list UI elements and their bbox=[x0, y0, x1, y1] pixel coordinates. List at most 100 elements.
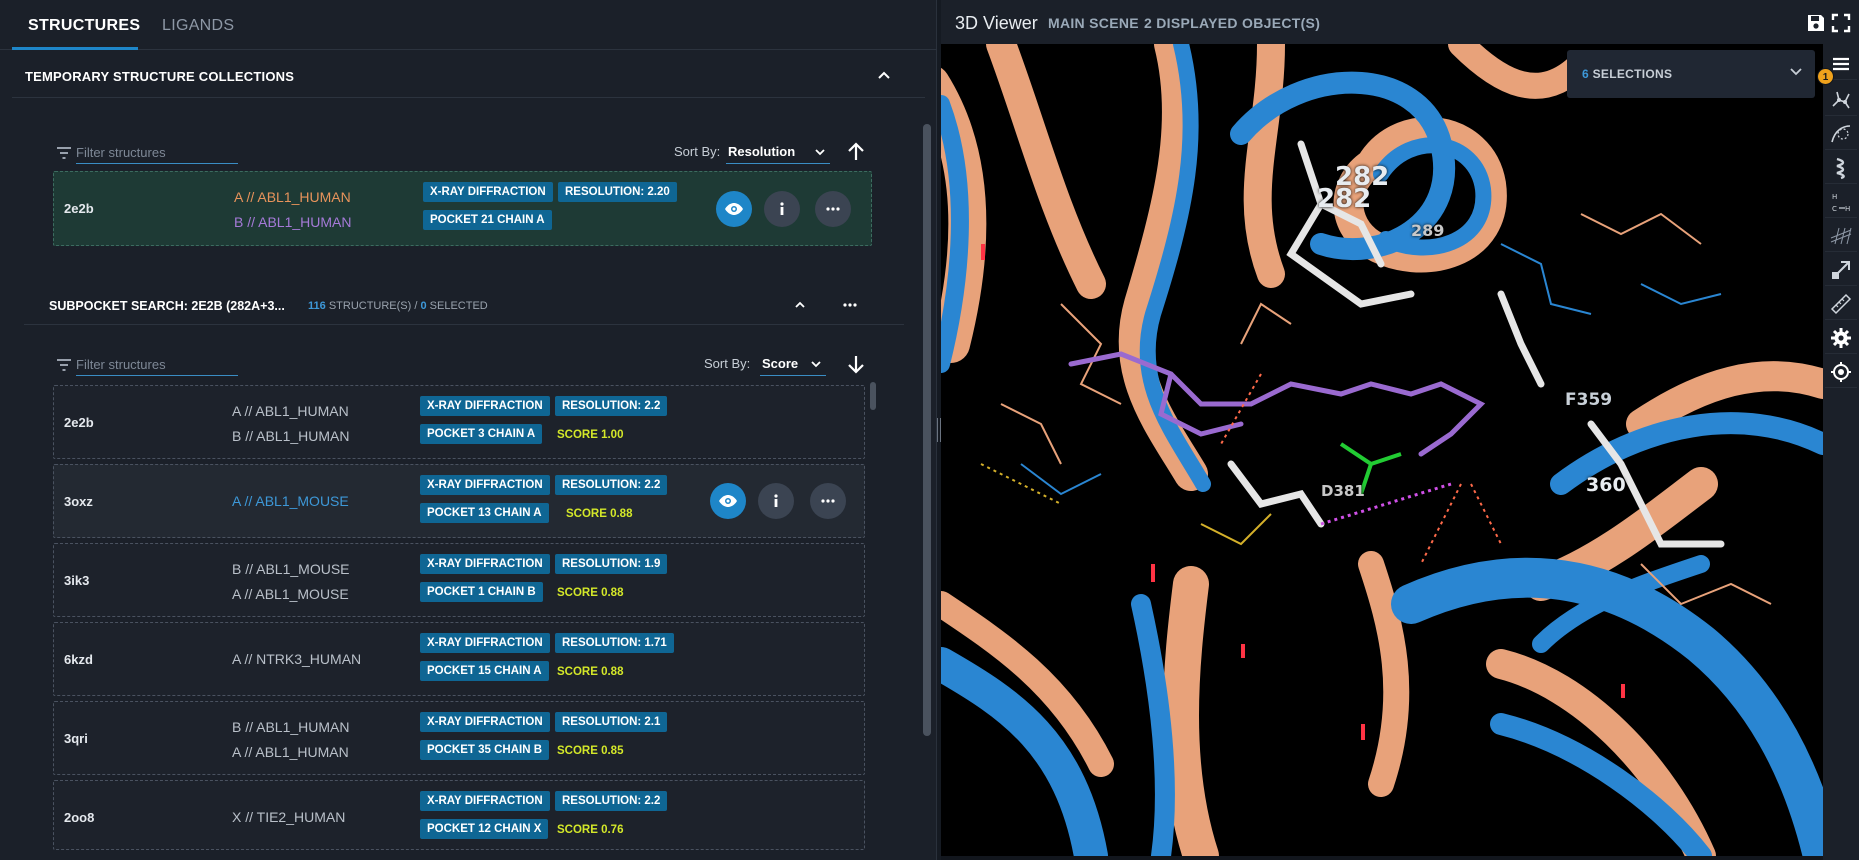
subpocket-filter-input[interactable] bbox=[76, 354, 238, 376]
score-label: SCORE 1.00 bbox=[557, 429, 624, 441]
structure-id: 3qri bbox=[64, 731, 88, 746]
collections-header: TEMPORARY STRUCTURE COLLECTIONS bbox=[12, 52, 925, 98]
chain-label[interactable]: A // ABL1_HUMAN bbox=[232, 403, 349, 419]
method-badge: X-RAY DIFFRACTION bbox=[420, 554, 550, 574]
resolution-badge: RESOLUTION: 2.2 bbox=[555, 475, 668, 495]
more-icon bbox=[843, 303, 857, 307]
subpocket-structure-card[interactable]: 6kzd A // NTRK3_HUMAN X-RAY DIFFRACTION RES… bbox=[53, 622, 865, 696]
residue-label: 282 bbox=[1317, 184, 1372, 214]
pocket-badge: POCKET 3 CHAIN A bbox=[420, 424, 543, 444]
displayed-objects[interactable]: 2 DISPLAYED OBJECT(S) bbox=[1144, 15, 1320, 31]
results-scrollbar[interactable] bbox=[870, 382, 876, 410]
viewer-header: 3D Viewer MAIN SCENE 2 DISPLAYED OBJECT(… bbox=[941, 0, 1859, 44]
score-label: SCORE 0.76 bbox=[557, 824, 624, 836]
subpocket-sort-value: Score bbox=[762, 356, 799, 371]
chain-label[interactable]: A // ABL1_MOUSE bbox=[232, 493, 349, 509]
info-button[interactable] bbox=[764, 191, 800, 227]
subpocket-more-button[interactable] bbox=[834, 289, 866, 321]
chain-label[interactable]: A // ABL1_MOUSE bbox=[232, 586, 349, 602]
subpocket-structure-card[interactable]: 2e2b A // ABL1_HUMAN B // ABL1_HUMAN X-RAY … bbox=[53, 385, 865, 459]
structure-count-label: STRUCTURE(S) / bbox=[328, 300, 418, 312]
structure-id: 2oo8 bbox=[64, 810, 95, 825]
eye-icon bbox=[725, 203, 743, 215]
ligand-button[interactable]: HCH bbox=[1825, 186, 1857, 218]
menu-button[interactable]: 1 bbox=[1817, 48, 1857, 85]
collapse-subpocket-button[interactable] bbox=[784, 289, 816, 321]
chain-label[interactable]: X // TIE2_HUMAN bbox=[232, 809, 345, 825]
subpocket-structure-card[interactable]: 2oo8 X // TIE2_HUMAN X-RAY DIFFRACTION RESO… bbox=[53, 780, 865, 850]
helix-icon bbox=[1836, 157, 1845, 179]
residue-label: F359 bbox=[1565, 390, 1613, 410]
pocket-badge: POCKET 21 CHAIN A bbox=[423, 210, 552, 230]
tab-structures[interactable]: STRUCTURES bbox=[12, 0, 140, 50]
info-button[interactable] bbox=[758, 483, 794, 519]
chain-label[interactable]: A // NTRK3_HUMAN bbox=[232, 651, 361, 667]
measure-button[interactable] bbox=[1825, 288, 1857, 320]
resolution-badge: RESOLUTION: 1.9 bbox=[555, 554, 668, 574]
menu-icon bbox=[1833, 57, 1849, 70]
collections-sort-label: Sort By: bbox=[674, 144, 721, 159]
selections-text: SELECTIONS bbox=[1592, 67, 1673, 81]
tab-ligands[interactable]: LIGANDS bbox=[162, 0, 262, 50]
hydroxyl-icon: HC H bbox=[1832, 193, 1850, 213]
grid-plane-icon bbox=[1830, 227, 1852, 244]
chain-label[interactable]: B // ABL1_HUMAN bbox=[232, 428, 350, 444]
surface-button[interactable] bbox=[1825, 118, 1857, 150]
ruler-icon bbox=[1830, 293, 1852, 314]
structure-id: 3oxz bbox=[64, 494, 93, 509]
toggle-visibility-button[interactable] bbox=[716, 191, 752, 227]
sort-descending-button[interactable] bbox=[842, 350, 870, 378]
zoom-selection-button[interactable] bbox=[1825, 254, 1857, 286]
more-options-button[interactable] bbox=[815, 191, 851, 227]
selections-dropdown[interactable]: 6 SELECTIONS bbox=[1567, 50, 1815, 98]
gear-icon bbox=[1831, 327, 1851, 348]
toggle-visibility-button[interactable] bbox=[710, 483, 746, 519]
molecule-representation-button[interactable] bbox=[1825, 84, 1857, 116]
settings-button[interactable] bbox=[1825, 322, 1857, 354]
structures-panel: STRUCTURES LIGANDS TEMPORARY STRUCTURE C… bbox=[0, 0, 937, 860]
resolution-badge: RESOLUTION: 2.20 bbox=[558, 182, 677, 202]
chain-label[interactable]: B // ABL1_HUMAN bbox=[234, 214, 352, 230]
subpocket-sort-select[interactable]: Score bbox=[760, 352, 826, 376]
resolution-badge: RESOLUTION: 2.2 bbox=[555, 396, 668, 416]
method-badge: X-RAY DIFFRACTION bbox=[420, 791, 550, 811]
filter-icon bbox=[57, 359, 71, 371]
score-label: SCORE 0.88 bbox=[557, 587, 624, 599]
panel-scrollbar-thumb[interactable] bbox=[923, 124, 931, 736]
more-options-button[interactable] bbox=[810, 483, 846, 519]
cartoon-button[interactable] bbox=[1825, 152, 1857, 184]
scene-name[interactable]: MAIN SCENE bbox=[1048, 15, 1139, 31]
collapse-collections-button[interactable] bbox=[868, 59, 900, 91]
chain-label[interactable]: A // ABL1_HUMAN bbox=[234, 189, 351, 205]
chain-label[interactable]: B // ABL1_HUMAN bbox=[232, 719, 350, 735]
panel-scrollbar[interactable] bbox=[923, 124, 931, 736]
subpocket-structure-card[interactable]: 3qri B // ABL1_HUMAN A // ABL1_HUMAN X-RAY … bbox=[53, 701, 865, 775]
chevron-up-icon bbox=[878, 71, 890, 79]
subpocket-count: 116 STRUCTURE(S) / 0 SELECTED bbox=[308, 300, 488, 312]
structure-id: 6kzd bbox=[64, 652, 93, 667]
collections-sort-select[interactable]: Resolution bbox=[726, 140, 830, 164]
app-root: STRUCTURES LIGANDS TEMPORARY STRUCTURE C… bbox=[0, 0, 1859, 860]
membrane-button[interactable] bbox=[1825, 220, 1857, 252]
subpocket-structure-card[interactable]: 3ik3 B // ABL1_MOUSE A // ABL1_MOUSE X-RAY … bbox=[53, 543, 865, 617]
save-icon[interactable] bbox=[1806, 13, 1826, 33]
arrow-down-icon bbox=[848, 356, 864, 374]
residue-label: 289 bbox=[1411, 221, 1445, 240]
subpocket-structure-card[interactable]: 3oxz A // ABL1_MOUSE X-RAY DIFFRACTION RESO… bbox=[53, 464, 865, 538]
chevron-up-icon bbox=[795, 301, 805, 308]
subpocket-search-title: SUBPOCKET SEARCH: 2E2B (282A+3... bbox=[49, 299, 285, 313]
collections-filter-input[interactable] bbox=[76, 142, 238, 164]
viewer-panel: 3D Viewer MAIN SCENE 2 DISPLAYED OBJECT(… bbox=[941, 0, 1859, 860]
collection-structure-card[interactable]: 2e2b A // ABL1_HUMAN B // ABL1_HUMAN X-R… bbox=[53, 171, 872, 246]
center-view-button[interactable] bbox=[1825, 356, 1857, 388]
chevron-down-icon bbox=[1790, 68, 1802, 76]
chevron-down-icon bbox=[815, 149, 825, 156]
molecule-3d-canvas[interactable]: 282 282 289 F359 360 D381 6 SELECTIONS bbox=[941, 44, 1823, 856]
info-icon bbox=[780, 202, 784, 215]
subpocket-filter-row: Sort By: Score bbox=[56, 350, 864, 382]
sort-ascending-button[interactable] bbox=[842, 138, 870, 166]
svg-text:H: H bbox=[1845, 205, 1850, 213]
fullscreen-icon[interactable] bbox=[1831, 13, 1851, 33]
chain-label[interactable]: A // ABL1_HUMAN bbox=[232, 744, 349, 760]
chain-label[interactable]: B // ABL1_MOUSE bbox=[232, 561, 350, 577]
